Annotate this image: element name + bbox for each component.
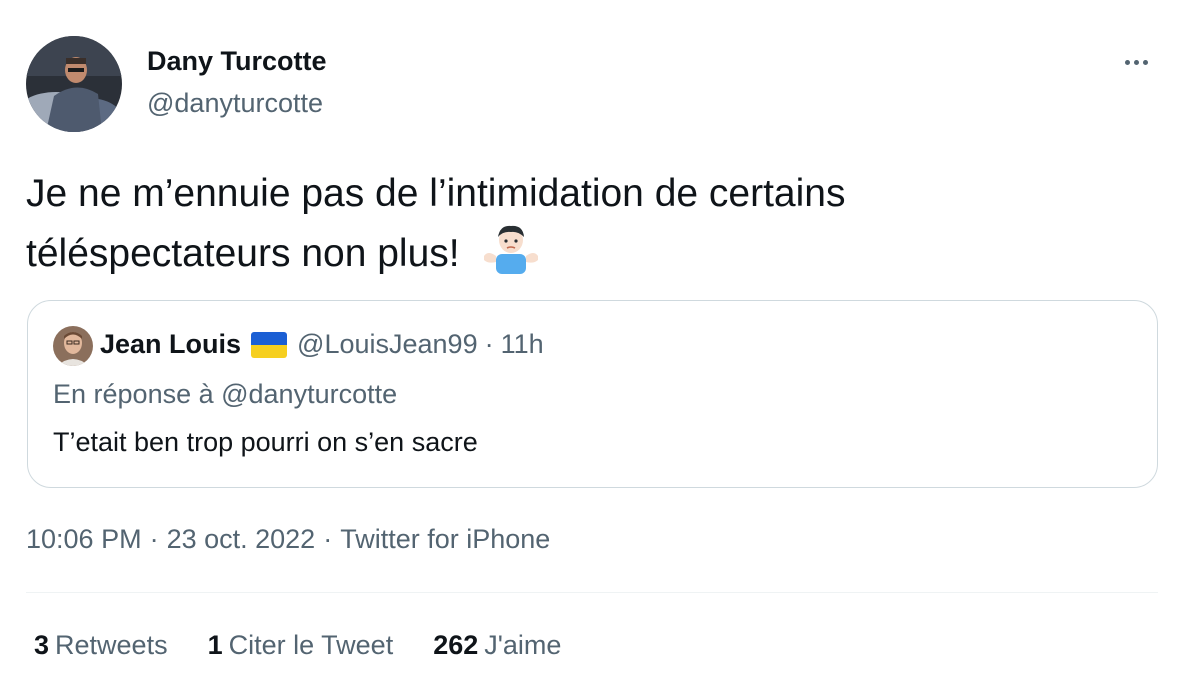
tweet-text: Je ne m’ennuie pas de l’intimidation de …	[26, 166, 1156, 282]
tweet-text-line-1: Je ne m’ennuie pas de l’intimidation de …	[26, 172, 846, 215]
more-dot-icon	[1133, 59, 1139, 65]
quote-tweets-label: Citer le Tweet	[228, 630, 394, 660]
author-avatar-image	[26, 36, 122, 132]
tweet-text-line-2-text: téléspectateurs non plus!	[26, 232, 460, 275]
more-dot-icon	[1142, 59, 1148, 65]
retweets-stat[interactable]: 3 Retweets	[34, 630, 168, 661]
tweet-time[interactable]: 10:06 PM	[26, 524, 142, 554]
quoted-separator: ·	[484, 329, 494, 359]
likes-stat[interactable]: 262 J'aime	[433, 630, 561, 661]
meta-separator: ·	[323, 524, 333, 554]
engagement-stats: 3 Retweets 1 Citer le Tweet 262 J'aime	[34, 630, 601, 661]
divider	[26, 592, 1158, 593]
author-handle[interactable]: @danyturcotte	[147, 88, 323, 119]
meta-separator: ·	[149, 524, 159, 554]
tweet-text-line-2: téléspectateurs non plus!	[26, 222, 1156, 282]
tweet-date[interactable]: 23 oct. 2022	[167, 524, 316, 554]
quoted-tweet-text: T’etait ben trop pourri on s’en sacre	[53, 427, 478, 457]
tweet-card: Dany Turcotte @danyturcotte Je ne m’ennu…	[0, 0, 1192, 696]
author-name[interactable]: Dany Turcotte	[147, 46, 327, 77]
quoted-author-name[interactable]: Jean Louis	[100, 329, 241, 360]
quote-tweets-count: 1	[207, 630, 223, 660]
likes-label: J'aime	[484, 630, 562, 660]
quoted-reply-to[interactable]: En réponse à @danyturcotte	[53, 379, 397, 410]
retweets-label: Retweets	[55, 630, 168, 660]
retweets-count: 3	[34, 630, 50, 660]
quoted-author-avatar[interactable]	[53, 326, 93, 366]
quoted-author-avatar-image	[53, 326, 93, 366]
quoted-author-handle[interactable]: @LouisJean99	[297, 329, 478, 360]
quoted-tweet-card[interactable]: Jean Louis @LouisJean99 · 11h En réponse…	[27, 300, 1158, 488]
quote-tweets-stat[interactable]: 1 Citer le Tweet	[208, 630, 394, 661]
quoted-header: Jean Louis @LouisJean99 · 11h	[100, 329, 544, 360]
author-avatar[interactable]	[26, 36, 122, 132]
more-options-button[interactable]	[1118, 50, 1154, 74]
more-dot-icon	[1124, 59, 1130, 65]
ukraine-flag-icon	[251, 331, 288, 358]
tweet-source[interactable]: Twitter for iPhone	[340, 524, 550, 554]
quoted-timestamp[interactable]: 11h	[501, 329, 544, 360]
person-shrugging-icon	[482, 222, 540, 274]
tweet-metadata: 10:06 PM · 23 oct. 2022 · Twitter for iPhone	[26, 524, 550, 555]
likes-count: 262	[433, 630, 479, 660]
